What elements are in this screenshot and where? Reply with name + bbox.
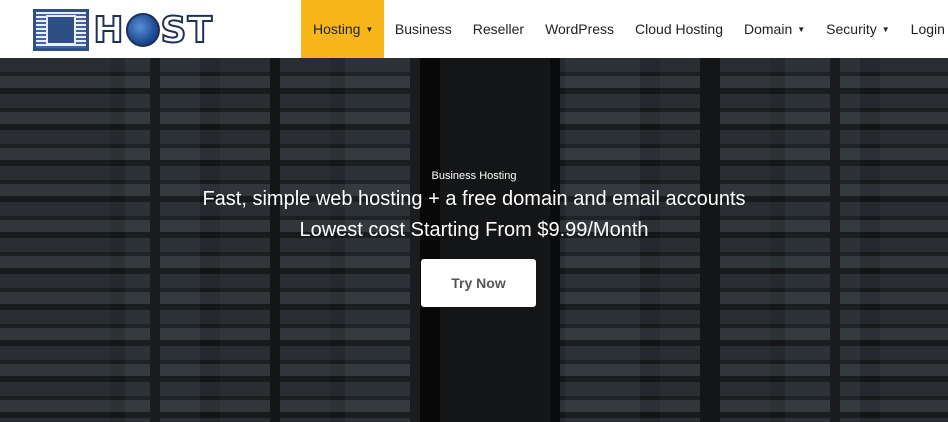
top-navbar: HST Hosting ▼ Business Reseller WordPres… bbox=[0, 0, 948, 58]
nav-item-label: Domain bbox=[743, 21, 793, 37]
logo-wordmark: HST bbox=[92, 9, 213, 52]
nav-item-business[interactable]: Business bbox=[384, 0, 462, 58]
nav-item-label: Business bbox=[394, 21, 452, 37]
site-logo[interactable]: HST bbox=[33, 8, 213, 52]
nav-item-label: Security bbox=[826, 21, 877, 37]
nav-item-label: Hosting bbox=[313, 21, 361, 37]
hero-headline: Fast, simple web hosting + a free domain… bbox=[202, 188, 746, 210]
caret-down-icon: ▼ bbox=[797, 24, 806, 34]
globe-icon bbox=[125, 13, 160, 47]
nav-item-label: Cloud Hosting bbox=[635, 21, 723, 37]
nav-item-reseller[interactable]: Reseller bbox=[462, 0, 534, 58]
caret-down-icon: ▼ bbox=[365, 24, 374, 34]
main-nav: Hosting ▼ Business Reseller WordPress Cl… bbox=[301, 0, 948, 58]
try-now-button[interactable]: Try Now bbox=[421, 259, 536, 307]
nav-item-login[interactable]: Login bbox=[900, 0, 948, 58]
nav-item-wordpress[interactable]: WordPress bbox=[535, 0, 625, 58]
caret-down-icon: ▼ bbox=[881, 24, 890, 34]
nav-item-security[interactable]: Security ▼ bbox=[816, 0, 901, 58]
logo-emblem-icon bbox=[33, 9, 90, 51]
hero-content: Business Hosting Fast, simple web hostin… bbox=[0, 58, 948, 422]
hero-price-line: Lowest cost Starting From $9.99/Month bbox=[299, 219, 649, 241]
nav-item-label: Reseller bbox=[472, 21, 525, 37]
nav-item-label: Login bbox=[910, 21, 945, 37]
hero-eyebrow: Business Hosting bbox=[431, 170, 517, 182]
nav-item-cloud-hosting[interactable]: Cloud Hosting bbox=[625, 0, 734, 58]
nav-item-label: WordPress bbox=[545, 21, 615, 37]
nav-item-hosting[interactable]: Hosting ▼ bbox=[301, 0, 385, 58]
nav-item-domain[interactable]: Domain ▼ bbox=[733, 0, 815, 58]
hero-banner: Business Hosting Fast, simple web hostin… bbox=[0, 58, 948, 422]
